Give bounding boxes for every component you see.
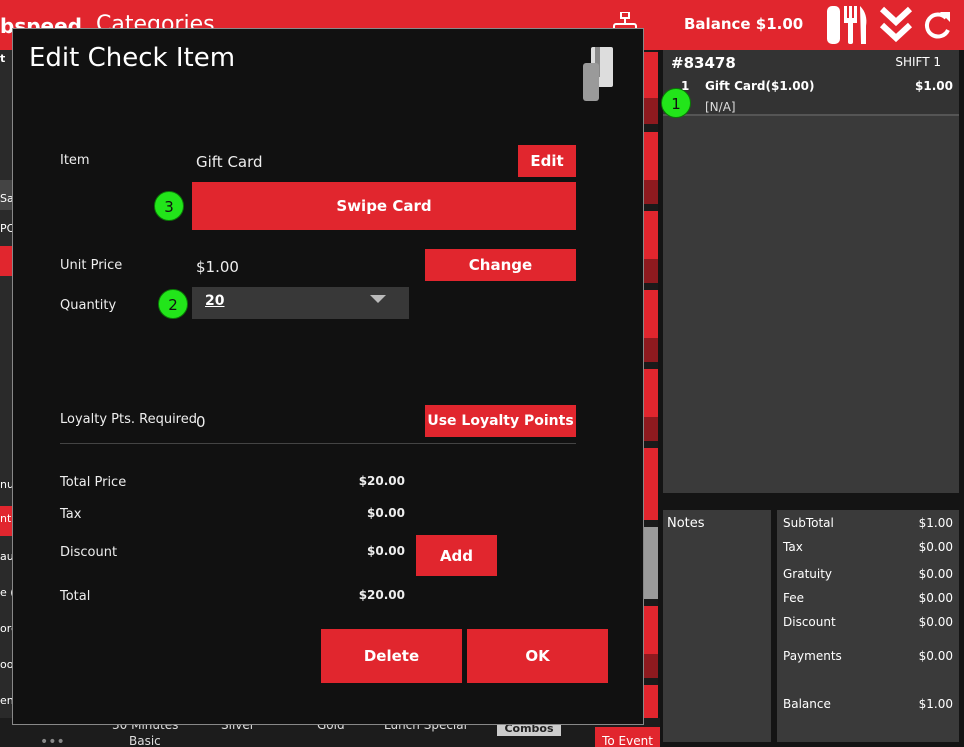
add-discount-button[interactable]: Add bbox=[416, 535, 497, 576]
item-value: Gift Card bbox=[196, 153, 263, 171]
total-row-label: Balance bbox=[783, 697, 831, 711]
more-dots-icon[interactable]: ••• bbox=[40, 734, 65, 747]
discount-row: Discount $0.00 bbox=[783, 615, 953, 629]
dialog-title: Edit Check Item bbox=[29, 43, 236, 73]
left-strip-item[interactable]: ore bbox=[0, 622, 12, 635]
menu-item-tile[interactable] bbox=[644, 132, 658, 180]
step-badge: 3 bbox=[154, 191, 184, 221]
divider bbox=[60, 443, 576, 444]
swipe-card-button[interactable]: Swipe Card bbox=[192, 182, 576, 230]
notes-panel[interactable]: Notes bbox=[663, 510, 771, 742]
total-row-label: Discount bbox=[783, 615, 836, 629]
left-strip-item[interactable]: nt bbox=[0, 512, 12, 525]
menu-item-tile[interactable] bbox=[644, 259, 658, 283]
tax-label: Tax bbox=[60, 507, 82, 522]
total-row-label: Gratuity bbox=[783, 567, 833, 581]
left-strip-item[interactable]: oo bbox=[0, 658, 12, 671]
total-row-value: $0.00 bbox=[918, 540, 953, 554]
balance-header: Balance $1.00 bbox=[684, 15, 804, 33]
menu-item-tile[interactable] bbox=[644, 417, 658, 441]
totals-panel: SubTotal $1.00 Tax $0.00 Gratuity $0.00 … bbox=[777, 510, 959, 742]
total-row-label: Fee bbox=[783, 591, 805, 605]
menu-item-tile[interactable] bbox=[644, 211, 658, 259]
left-strip-item[interactable]: au bbox=[0, 550, 12, 563]
line-item-modifier: [N/A] bbox=[705, 100, 736, 114]
tax-value: $0.00 bbox=[367, 506, 405, 520]
item-label: Item bbox=[60, 153, 90, 168]
quantity-dropdown[interactable]: 20 bbox=[192, 287, 409, 319]
refresh-icon[interactable] bbox=[922, 6, 952, 44]
ok-button[interactable]: OK bbox=[467, 629, 608, 683]
discount-value: $0.00 bbox=[367, 544, 405, 558]
left-strip-item[interactable]: Sa bbox=[0, 192, 12, 205]
menu-item-tile[interactable] bbox=[644, 338, 658, 362]
menu-item-tile[interactable] bbox=[644, 448, 658, 520]
left-strip-item[interactable]: en bbox=[0, 694, 12, 707]
line-item-price: $1.00 bbox=[915, 79, 953, 93]
dropdown-caret-icon[interactable] bbox=[370, 295, 386, 303]
subtotal-row: SubTotal $1.00 bbox=[783, 516, 953, 530]
check-line-item[interactable]: #83478 SHIFT 1 1 Gift Card($1.00) $1.00 … bbox=[663, 50, 959, 116]
change-price-button[interactable]: Change bbox=[425, 249, 576, 281]
total-row-value: $0.00 bbox=[918, 591, 953, 605]
shift-label: SHIFT 1 bbox=[895, 55, 941, 69]
total-row-value: $0.00 bbox=[918, 615, 953, 629]
quantity-value[interactable]: 20 bbox=[205, 293, 224, 309]
menu-item-tile[interactable] bbox=[644, 52, 658, 98]
fee-row: Fee $0.00 bbox=[783, 591, 953, 605]
check-panel: #83478 SHIFT 1 1 Gift Card($1.00) $1.00 … bbox=[663, 50, 959, 493]
unit-price-value: $1.00 bbox=[196, 258, 239, 276]
edit-button[interactable]: Edit bbox=[518, 145, 576, 177]
loyalty-value: 0 bbox=[196, 413, 206, 431]
total-row-value: $0.00 bbox=[918, 649, 953, 663]
total-row-label: SubTotal bbox=[783, 516, 834, 530]
total-row-value: $1.00 bbox=[918, 697, 953, 711]
step-badge: 2 bbox=[158, 289, 188, 319]
total-price-label: Total Price bbox=[60, 475, 127, 490]
edit-check-item-dialog: Edit Check Item Item Gift Card Edit Swip… bbox=[12, 28, 644, 725]
menu-item-tile[interactable] bbox=[644, 654, 658, 678]
left-strip-item[interactable]: PO bbox=[0, 222, 12, 235]
left-strip-item[interactable]: t bbox=[0, 52, 12, 65]
pos-screen: bspeed Categories Balance $1.00 t Sa PO … bbox=[0, 0, 964, 747]
menu-item-tile[interactable] bbox=[644, 527, 658, 599]
delete-button[interactable]: Delete bbox=[321, 629, 462, 683]
total-row-value: $1.00 bbox=[918, 516, 953, 530]
double-chevron-down-icon[interactable] bbox=[879, 6, 913, 44]
total-row-value: $0.00 bbox=[918, 567, 953, 581]
left-strip-item[interactable]: e ( bbox=[0, 586, 12, 599]
total-row-label: Tax bbox=[783, 540, 803, 554]
menu-item-tile[interactable] bbox=[644, 369, 658, 417]
unit-price-label: Unit Price bbox=[60, 258, 123, 273]
left-strip-active[interactable] bbox=[0, 246, 12, 276]
menu-item-column bbox=[644, 50, 658, 747]
fork-knife-icon[interactable] bbox=[825, 6, 869, 44]
menu-item-tile[interactable] bbox=[644, 606, 658, 654]
menu-item-tile[interactable] bbox=[644, 180, 658, 204]
to-event-button[interactable]: To Event bbox=[595, 727, 660, 747]
total-value: $20.00 bbox=[358, 588, 405, 602]
notes-label: Notes bbox=[667, 516, 705, 531]
left-category-strip: t Sa PO nu nt au e ( ore oo en bbox=[0, 50, 12, 747]
step-badge: 1 bbox=[661, 88, 691, 118]
use-loyalty-points-button[interactable]: Use Loyalty Points bbox=[425, 405, 576, 437]
menu-item-tile[interactable] bbox=[644, 290, 658, 338]
total-price-value: $20.00 bbox=[358, 474, 405, 488]
menu-item-tile[interactable] bbox=[644, 98, 658, 124]
loyalty-label: Loyalty Pts. Required bbox=[60, 412, 197, 427]
line-item-name: Gift Card($1.00) bbox=[705, 79, 815, 93]
payments-row: Payments $0.00 bbox=[783, 649, 953, 663]
total-label: Total bbox=[60, 589, 91, 604]
tax-row: Tax $0.00 bbox=[783, 540, 953, 554]
bottom-item[interactable]: Basic bbox=[129, 734, 161, 747]
quantity-label: Quantity bbox=[60, 298, 117, 313]
discount-label: Discount bbox=[60, 545, 118, 560]
check-number: #83478 bbox=[671, 54, 736, 72]
left-strip-item[interactable]: nu bbox=[0, 478, 12, 491]
total-row-label: Payments bbox=[783, 649, 842, 663]
gratuity-row: Gratuity $0.00 bbox=[783, 567, 953, 581]
balance-row: Balance $1.00 bbox=[783, 697, 953, 711]
card-reader-icon bbox=[583, 47, 613, 101]
